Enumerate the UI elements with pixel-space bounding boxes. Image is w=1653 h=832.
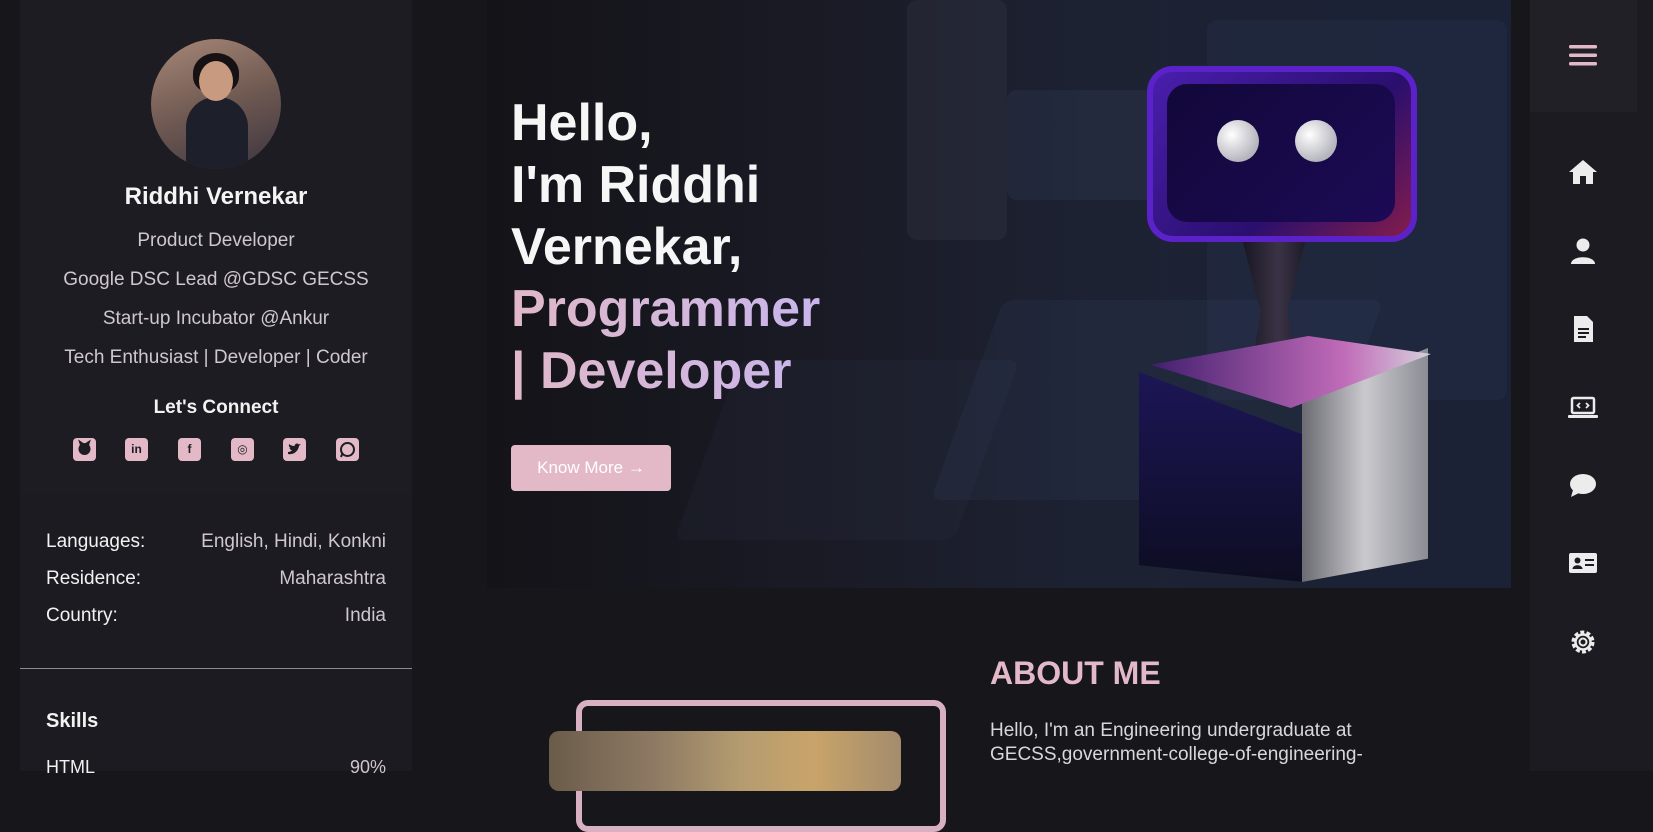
- info-label: Country:: [46, 605, 118, 626]
- background-panel: [907, 0, 1007, 240]
- profile-card: Riddhi Vernekar Product Developer Google…: [20, 0, 412, 494]
- info-row-languages: Languages: English, Hindi, Konkni: [46, 531, 386, 568]
- left-sidebar: Riddhi Vernekar Product Developer Google…: [20, 0, 412, 777]
- whatsapp-icon[interactable]: [336, 438, 359, 461]
- info-value: English, Hindi, Konkni: [201, 531, 386, 552]
- document-icon[interactable]: [1566, 312, 1600, 346]
- divider: [20, 668, 412, 669]
- info-value: Maharashtra: [279, 568, 386, 589]
- skill-value: 90%: [349, 757, 386, 777]
- info-row-country: Country: India: [46, 605, 386, 642]
- profile-role: Tech Enthusiast | Developer | Coder: [64, 347, 368, 368]
- github-icon[interactable]: [73, 438, 96, 461]
- facebook-icon[interactable]: f: [178, 438, 201, 461]
- profile-name: Riddhi Vernekar: [124, 183, 308, 210]
- instagram-icon[interactable]: ◎: [231, 438, 254, 461]
- info-value: India: [344, 605, 386, 626]
- home-icon[interactable]: [1566, 155, 1600, 189]
- profile-role: Google DSC Lead @GDSC GECSS: [63, 269, 369, 290]
- user-icon[interactable]: [1566, 234, 1600, 268]
- hero-heading: Hello, I'm Riddhi Vernekar, Programmer |…: [511, 92, 820, 402]
- right-navigation: [1530, 0, 1653, 771]
- menu-icon[interactable]: [1566, 38, 1600, 72]
- skill-label: HTML: [46, 757, 95, 777]
- know-more-button[interactable]: Know More →: [511, 445, 671, 491]
- twitter-icon[interactable]: [283, 438, 306, 461]
- info-row-residence: Residence: Maharashtra: [46, 568, 386, 605]
- personal-info: Languages: English, Hindi, Konkni Reside…: [46, 531, 386, 642]
- profile-role: Product Developer: [137, 230, 295, 251]
- info-label: Residence:: [46, 568, 142, 589]
- robot-screen: [1167, 84, 1395, 222]
- hero-banner: Hello, I'm Riddhi Vernekar, Programmer |…: [487, 0, 1511, 588]
- about-text: Hello, I'm an Engineering undergraduate …: [990, 720, 1363, 765]
- settings-icon[interactable]: [1566, 625, 1600, 659]
- robot-head: [1147, 66, 1417, 242]
- hero-line: Vernekar,: [511, 218, 743, 276]
- robot-eye: [1295, 120, 1337, 162]
- hero-line: I'm Riddhi: [511, 156, 761, 214]
- hero-accent-line: Programmer: [511, 280, 821, 338]
- laptop-code-icon[interactable]: [1566, 390, 1600, 424]
- info-label: Languages:: [46, 531, 146, 552]
- about-title: ABOUT ME: [990, 655, 1161, 691]
- connect-title: Let's Connect: [153, 397, 279, 418]
- menu-container: [1530, 0, 1637, 112]
- chat-icon[interactable]: [1566, 468, 1600, 502]
- social-links: in f ◎: [73, 438, 373, 462]
- profile-role: Start-up Incubator @Ankur: [102, 308, 330, 329]
- hero-line: Hello,: [511, 94, 653, 152]
- skills-title: Skills: [46, 710, 99, 732]
- avatar: [151, 39, 281, 169]
- robot-eye: [1217, 120, 1259, 162]
- about-photo: [549, 731, 901, 791]
- linkedin-icon[interactable]: in: [125, 438, 148, 461]
- hero-accent-line: | Developer: [511, 340, 820, 402]
- contact-card-icon[interactable]: [1566, 546, 1600, 580]
